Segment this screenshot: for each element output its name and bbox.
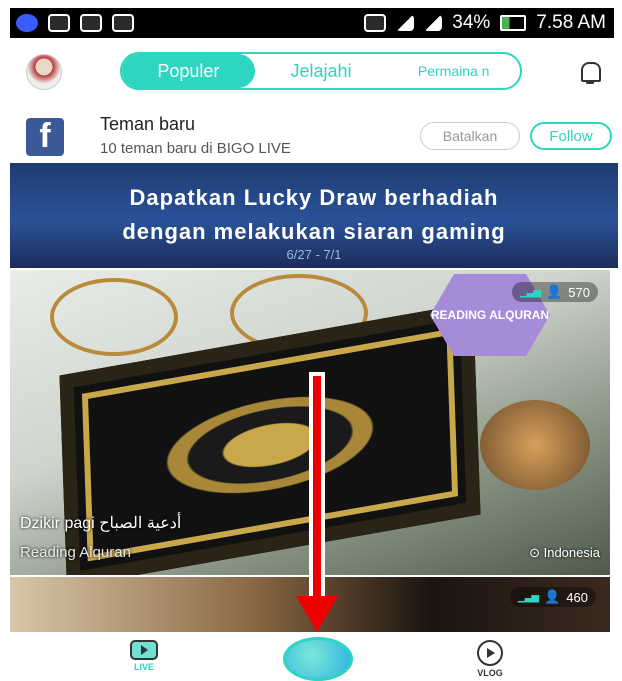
location-label: ⊙ Indonesia [529,545,600,561]
status-bar: 34% 7.58 AM [10,8,614,38]
friend-suggestion-subtitle: 10 teman baru di BIGO LIVE [100,140,291,157]
bell-icon[interactable] [581,62,601,84]
play-icon [477,640,503,666]
cancel-button[interactable]: Batalkan [420,122,520,150]
signal-2-icon [424,15,443,31]
tab-jelajahi[interactable]: Jelajahi [255,54,388,88]
facebook-icon: f [26,117,64,156]
tab-permainan[interactable]: Permaina n [387,54,520,88]
tab-bar: Populer Jelajahi Permaina n [120,52,522,90]
bottom-nav: LIVE VLOG [0,632,622,681]
go-live-button[interactable] [283,637,353,681]
live-card-tag: Reading Alquran [20,544,131,561]
live-bars-icon: ▁▃▅ [518,591,539,603]
swipe-down-arrow-head [296,596,338,632]
top-bar: Populer Jelajahi Permaina n [0,44,622,100]
nav-vlog-label: VLOG [477,668,503,678]
viewer-count-badge: ▁▃▅ 👤 460 [510,587,596,607]
nav-vlog[interactable]: VLOG [470,640,510,678]
nav-live[interactable]: LIVE [124,640,164,676]
viewer-count: 570 [568,284,590,300]
nav-live-label: LIVE [133,662,154,672]
swipe-down-arrow [313,376,321,606]
vibrate-icon [364,14,387,32]
promo-banner[interactable]: Dapatkan Lucky Draw berhadiah dengan mel… [10,163,618,268]
person-icon: 👤 [546,284,563,299]
viewer-count: 460 [566,589,588,605]
tab-populer[interactable]: Populer [122,54,255,88]
friend-suggestion-title: Teman baru [100,114,196,134]
follow-button[interactable]: Follow [530,122,612,150]
banner-line-1: Dapatkan Lucky Draw berhadiah [129,185,499,210]
battery-icon [500,15,527,31]
banner-date: 6/27 - 7/1 [286,247,342,262]
tv-icon [130,640,158,660]
message-icon [112,14,134,32]
image-notification-icon [48,14,70,32]
signal-icon [396,15,415,31]
person-icon: 👤 [544,589,561,604]
whatsapp-icon [80,14,102,32]
battery-percent: 34% [452,12,491,33]
location-pin-icon: ⊙ [529,545,544,560]
friend-suggestion-row: f Teman baru 10 teman baru di BIGO LIVE … [0,108,622,160]
live-card-title: Dzikir pagi أدعية الصباح [20,515,182,532]
location-text: Indonesia [543,545,600,560]
shell-image [480,400,590,490]
clock: 7.58 AM [536,12,606,33]
app-notification-icon [16,14,38,32]
banner-line-2: dengan melakukan siaran gaming [122,219,506,244]
glasses-image [50,278,178,356]
live-bars-icon: ▁▃▅ [520,286,541,298]
avatar[interactable] [26,54,62,90]
viewer-count-badge: ▁▃▅ 👤 570 [512,282,598,302]
